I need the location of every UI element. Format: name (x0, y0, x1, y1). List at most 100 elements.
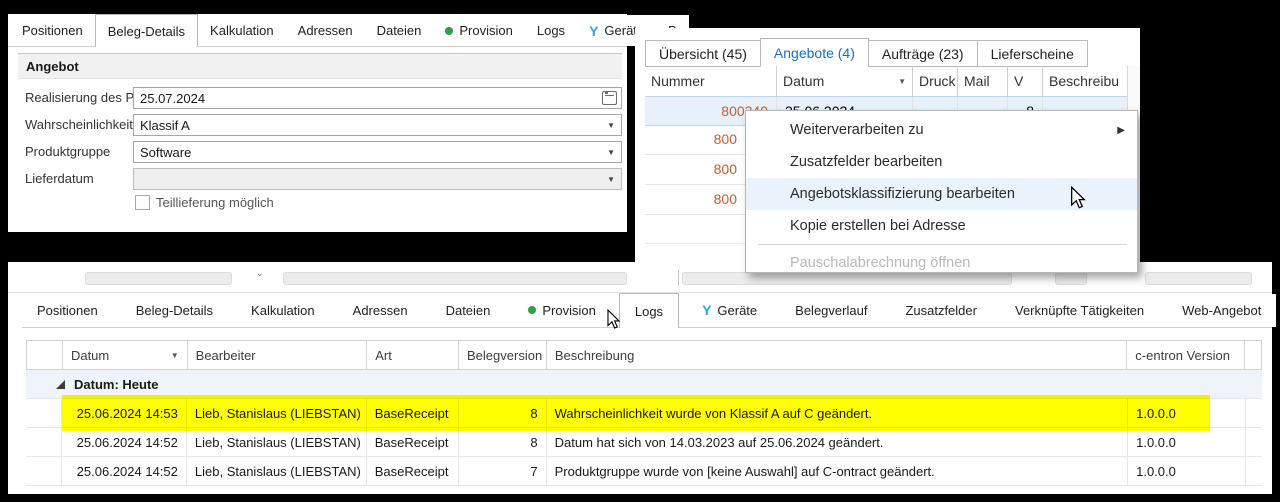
calendar-icon[interactable] (602, 91, 617, 105)
cell-belegversion: 8 (459, 399, 547, 427)
cell-nummer: 800 (645, 154, 745, 184)
clipped-control (85, 272, 232, 285)
tab-angebote[interactable]: Angebote (4) (760, 38, 869, 67)
tab-label: Aufträge (23) (882, 46, 964, 62)
column-header-belegversion[interactable]: Belegversion (459, 341, 547, 369)
group-row-datum-heute[interactable]: Datum: Heute (26, 370, 1262, 399)
column-header-beschreibung[interactable]: Beschreibu (1043, 66, 1128, 96)
dropdown-arrow-icon[interactable]: ▼ (607, 148, 615, 157)
menu-item-zusatzfelder[interactable]: Zusatzfelder bearbeiten (746, 146, 1137, 178)
teillieferung-checkbox-label: Teillieferung möglich (156, 195, 274, 210)
group-expand-icon[interactable] (56, 380, 65, 389)
cell-bearbeiter: Lieb, Stanislaus (LIEBSTAN) (187, 428, 367, 456)
tab-dateien[interactable]: Dateien (365, 15, 434, 46)
tab-positionen[interactable]: Positionen (10, 15, 95, 46)
column-header-art[interactable]: Art (367, 341, 459, 369)
field-label-wahrscheinlichkeit: Wahrscheinlichkeit (25, 117, 133, 132)
cell-belegversion: 8 (459, 428, 547, 456)
column-label: Beschreibung (555, 348, 635, 363)
produktgruppe-select[interactable]: Software ▼ (133, 141, 622, 163)
tab-dateien[interactable]: Dateien (431, 294, 506, 327)
column-label: Mail (964, 73, 990, 89)
column-header-beschreibung[interactable]: Beschreibung (547, 341, 1127, 369)
group-row-label: Datum: Heute (74, 377, 159, 392)
cell-datum: 25.06.2024 14:52 (62, 428, 187, 456)
tab-logs[interactable]: Logs (525, 15, 577, 46)
tab-web-angebot[interactable]: Web-Angebot (1167, 294, 1276, 327)
column-header-datum[interactable]: Datum▼ (777, 66, 913, 96)
clipped-control (1055, 272, 1087, 285)
row-indicator (26, 399, 62, 427)
clipped-control (283, 272, 627, 285)
row-indicator (26, 457, 62, 485)
menu-item-label: Pauschalabrechnung öffnen (790, 255, 970, 271)
wahrscheinlichkeit-select[interactable]: Klassif A ▼ (133, 114, 622, 136)
realisierung-date-field[interactable]: 25.07.2024 (133, 87, 622, 109)
field-value: Software (140, 145, 191, 160)
logs-panel: ⌄ Positionen Beleg-Details Kalkulation A… (8, 262, 1272, 494)
cell-art: BaseReceipt (367, 428, 459, 456)
column-header-nummer[interactable]: Nummer (645, 66, 777, 96)
column-label: Bearbeiter (196, 348, 256, 363)
tab-adressen[interactable]: Adressen (286, 15, 365, 46)
mouse-cursor-icon (1068, 186, 1088, 210)
column-label: V (1014, 73, 1023, 89)
tab-logs[interactable]: Logs (619, 293, 679, 328)
teillieferung-checkbox[interactable] (135, 195, 150, 210)
menu-separator (758, 244, 1127, 245)
cell-beschreibung: Wahrscheinlichkeit wurde von Klassif A a… (547, 399, 1128, 427)
tab-label: Kalkulation (251, 303, 315, 318)
tab-label: Logs (635, 304, 663, 319)
tab-label: Adressen (298, 23, 353, 38)
cell-filler (1246, 399, 1262, 427)
tab-label: Beleg-Details (136, 303, 213, 318)
cell-nummer: 800 (645, 124, 745, 154)
tab-label: Dateien (446, 303, 491, 318)
tab-kalkulation[interactable]: Kalkulation (236, 294, 330, 327)
beleg-details-panel: Positionen Beleg-Details Kalkulation Adr… (8, 14, 627, 232)
tab-auftraege[interactable]: Aufträge (23) (868, 40, 978, 67)
cell-belegversion: 7 (459, 457, 547, 485)
screen-background: Positionen Beleg-Details Kalkulation Adr… (0, 0, 1280, 502)
column-header-v[interactable]: V (1008, 66, 1043, 96)
column-header-mail[interactable]: Mail (958, 66, 1008, 96)
logs-tabbar: Positionen Beleg-Details Kalkulation Adr… (22, 293, 1272, 328)
tab-belegverlauf[interactable]: Belegverlauf (780, 294, 882, 327)
log-row-highlighted[interactable]: 25.06.2024 14:53 Lieb, Stanislaus (LIEBS… (26, 399, 1262, 428)
tab-lieferscheine[interactable]: Lieferscheine (977, 40, 1088, 67)
dropdown-arrow-icon[interactable]: ▼ (607, 121, 615, 130)
device-icon: Y (702, 303, 711, 317)
tab-adressen[interactable]: Adressen (338, 294, 423, 327)
menu-item-kopie-erstellen[interactable]: Kopie erstellen bei Adresse (746, 210, 1137, 242)
angebote-tabbar: Übersicht (45) Angebote (4) Aufträge (23… (645, 38, 1140, 67)
provision-status-icon (528, 306, 536, 314)
log-row[interactable]: 25.06.2024 14:52 Lieb, Stanislaus (LIEBS… (26, 457, 1262, 486)
tab-label: Web-Angebot (1182, 303, 1261, 318)
tab-kalkulation[interactable]: Kalkulation (198, 15, 286, 46)
tab-geraete[interactable]: Y Geräte (687, 294, 772, 327)
column-header-bearbeiter[interactable]: Bearbeiter (188, 341, 368, 369)
tab-provision[interactable]: Provision (433, 15, 524, 46)
menu-item-weiterverarbeiten[interactable]: Weiterverarbeiten zu ▶ (746, 114, 1137, 146)
tab-label: Geräte (717, 303, 757, 318)
cell-datum: 25.06.2024 14:53 (62, 399, 187, 427)
table-row[interactable]: 800 (645, 154, 745, 185)
sort-descending-icon: ▼ (171, 351, 179, 360)
column-header-druck[interactable]: Druck (913, 66, 958, 96)
tab-beleg-details[interactable]: Beleg-Details (121, 294, 228, 327)
table-row[interactable]: 800 (645, 184, 745, 215)
cell-version: 1.0.0.0 (1128, 428, 1246, 456)
column-header-datum[interactable]: Datum▼ (63, 341, 188, 369)
table-row[interactable]: 800 (645, 124, 745, 155)
column-header-version[interactable]: c-entron Version (1127, 341, 1245, 369)
field-value: Klassif A (140, 118, 190, 133)
tab-positionen[interactable]: Positionen (22, 294, 113, 327)
log-row[interactable]: 25.06.2024 14:52 Lieb, Stanislaus (LIEBS… (26, 428, 1262, 457)
tab-uebersicht[interactable]: Übersicht (45) (645, 40, 761, 67)
tab-label: Verknüpfte Tätigkeiten (1015, 303, 1144, 318)
tab-label: Kalkulation (210, 23, 274, 38)
tab-zusatzfelder[interactable]: Zusatzfelder (890, 294, 992, 327)
tab-provision[interactable]: Provision (513, 294, 610, 327)
tab-beleg-details[interactable]: Beleg-Details (95, 14, 198, 47)
tab-verknuepfte-taetigkeiten[interactable]: Verknüpfte Tätigkeiten (1000, 294, 1159, 327)
